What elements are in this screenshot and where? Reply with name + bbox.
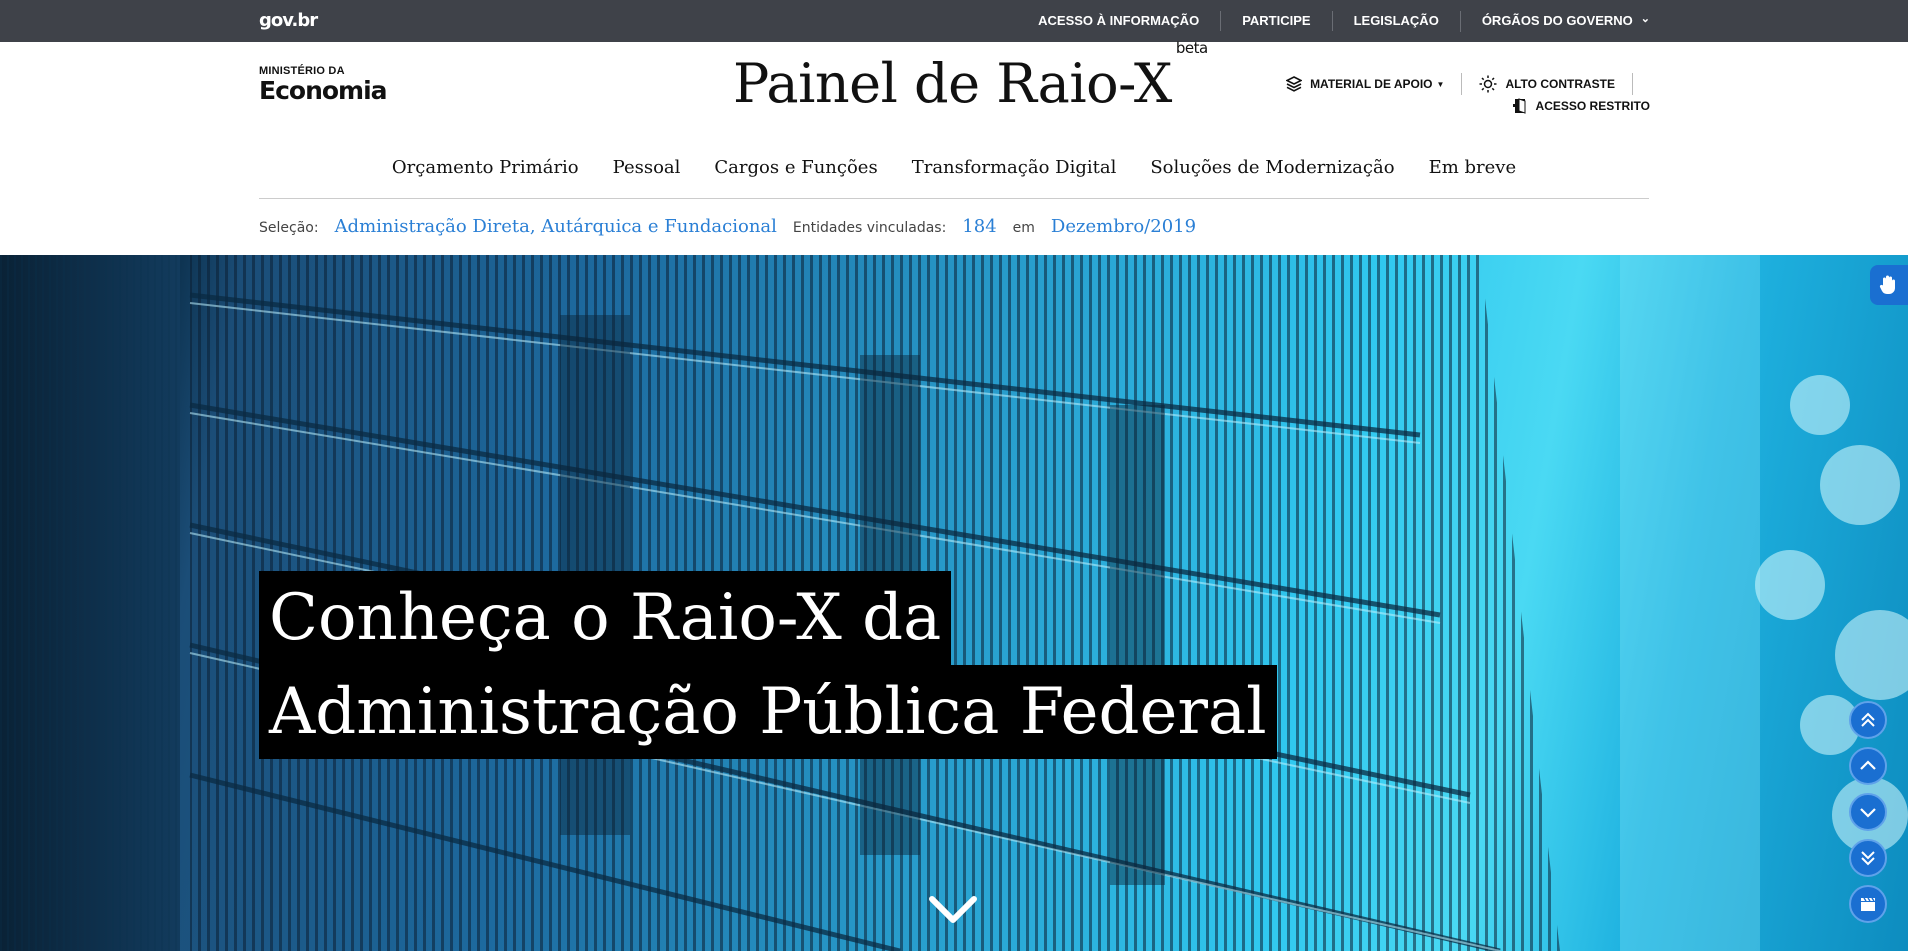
beta-badge: beta bbox=[1175, 39, 1208, 57]
govbar-links: ACESSO À INFORMAÇÃO PARTICIPE LEGISLAÇÃO… bbox=[1017, 0, 1650, 42]
brightness-icon bbox=[1479, 75, 1497, 93]
material-apoio-label: MATERIAL DE APOIO bbox=[1310, 77, 1433, 91]
chevron-down-icon: ⌄ bbox=[1640, 12, 1650, 25]
hero-headline-line-1: Conheça o Raio-X da bbox=[259, 571, 952, 665]
scroll-top-button[interactable] bbox=[1849, 701, 1887, 739]
page-title: Painel de Raio-Xbeta bbox=[733, 39, 1208, 115]
period-link[interactable]: Dezembro/2019 bbox=[1051, 216, 1196, 237]
scroll-bottom-button[interactable] bbox=[1849, 839, 1887, 877]
selection-value-link[interactable]: Administração Direta, Autárquica e Funda… bbox=[335, 216, 777, 237]
double-chevron-down-icon bbox=[1861, 851, 1875, 866]
scroll-down-button[interactable] bbox=[1849, 793, 1887, 831]
clapperboard-icon bbox=[1861, 897, 1875, 911]
material-apoio-button[interactable]: MATERIAL DE APOIO ▼ bbox=[1286, 76, 1444, 92]
govbar-link-orgaos-governo[interactable]: ÓRGÃOS DO GOVERNO ⌄ bbox=[1459, 10, 1650, 32]
nav-em-breve[interactable]: Em breve bbox=[1412, 151, 1534, 198]
govbar-link-orgaos-label: ÓRGÃOS DO GOVERNO bbox=[1481, 12, 1633, 28]
header-tools: MATERIAL DE APOIO ▼ ALTO CONTRASTE ACESSO… bbox=[1286, 73, 1650, 114]
video-button[interactable] bbox=[1849, 885, 1887, 923]
layers-icon bbox=[1286, 76, 1303, 92]
nav-pessoal[interactable]: Pessoal bbox=[596, 151, 698, 198]
hero-headline-line-2: Administração Pública Federal bbox=[259, 665, 1277, 759]
govbar-link-acesso-informacao[interactable]: ACESSO À INFORMAÇÃO bbox=[1017, 11, 1220, 31]
acesso-restrito-button[interactable]: ACESSO RESTRITO bbox=[1512, 98, 1650, 114]
entities-label: Entidades vinculadas: bbox=[792, 220, 947, 236]
hand-sign-icon bbox=[1879, 275, 1895, 294]
nav-solucoes-modernizacao[interactable]: Soluções de Modernização bbox=[1133, 151, 1411, 198]
entities-count-link[interactable]: 184 bbox=[962, 216, 996, 237]
caret-down-icon: ▼ bbox=[1436, 79, 1445, 89]
alto-contraste-label: ALTO CONTRASTE bbox=[1505, 77, 1615, 91]
acesso-restrito-label: ACESSO RESTRITO bbox=[1535, 99, 1650, 113]
scroll-up-button[interactable] bbox=[1849, 747, 1887, 785]
divider bbox=[1632, 73, 1633, 95]
alto-contraste-button[interactable]: ALTO CONTRASTE bbox=[1479, 75, 1615, 93]
ministry-logo[interactable]: MINISTÉRIO DA Economia bbox=[259, 65, 388, 105]
chevron-down-icon bbox=[1860, 808, 1876, 818]
nav-transformacao-digital[interactable]: Transformação Digital bbox=[895, 151, 1134, 198]
vlibras-button[interactable] bbox=[1870, 265, 1908, 305]
main-nav: Orçamento Primário Pessoal Cargos e Funç… bbox=[259, 151, 1649, 199]
door-enter-icon bbox=[1512, 98, 1526, 114]
govbr-logo[interactable]: gov.br bbox=[259, 10, 318, 31]
chevron-down-icon[interactable] bbox=[928, 895, 978, 925]
govbar-link-legislacao[interactable]: LEGISLAÇÃO bbox=[1331, 11, 1460, 31]
govbr-top-bar: gov.br ACESSO À INFORMAÇÃO PARTICIPE LEG… bbox=[0, 0, 1908, 42]
double-chevron-up-icon bbox=[1861, 712, 1875, 727]
hero-headline: Conheça o Raio-X da Administração Públic… bbox=[259, 571, 1277, 759]
chevron-up-icon bbox=[1860, 760, 1876, 770]
selection-bar: Seleção: Administração Direta, Autárquic… bbox=[259, 216, 1212, 240]
in-label: em bbox=[1012, 220, 1035, 236]
selection-label: Seleção: bbox=[259, 220, 319, 236]
page-title-text: Painel de Raio-X bbox=[733, 52, 1172, 115]
nav-cargos-funcoes[interactable]: Cargos e Funções bbox=[697, 151, 894, 198]
nav-orcamento-primario[interactable]: Orçamento Primário bbox=[375, 151, 596, 198]
divider bbox=[1461, 73, 1463, 95]
hero-banner: Conheça o Raio-X da Administração Públic… bbox=[0, 255, 1908, 951]
ministry-name: Economia bbox=[259, 76, 388, 105]
govbar-link-participe[interactable]: PARTICIPE bbox=[1220, 11, 1331, 31]
